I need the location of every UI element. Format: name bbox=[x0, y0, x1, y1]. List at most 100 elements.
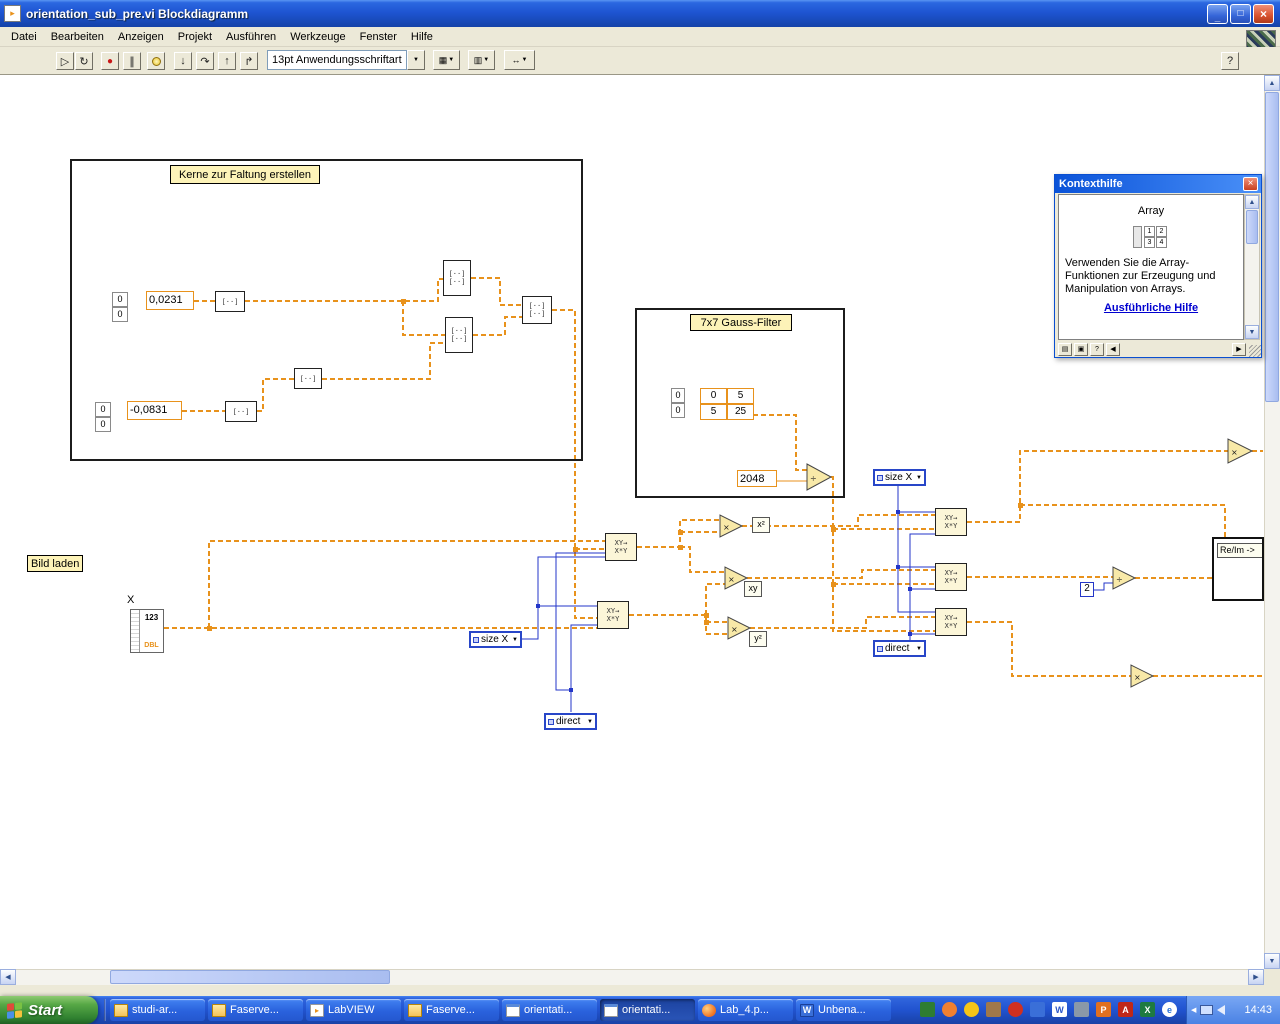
array-function-node[interactable]: [··] [··] bbox=[445, 317, 473, 353]
acrobat-tray-icon[interactable]: A bbox=[1118, 1002, 1133, 1017]
size-x-enum[interactable]: size X ▼ bbox=[873, 469, 926, 486]
menu-datei[interactable]: Datei bbox=[4, 29, 44, 45]
help-button[interactable]: ? bbox=[1221, 52, 1239, 70]
dbl-constant[interactable]: -0,0831 bbox=[127, 401, 182, 420]
array-index-box[interactable]: 0 bbox=[112, 292, 128, 307]
taskbar-item[interactable]: studi-ar... bbox=[110, 999, 205, 1021]
scroll-down-button[interactable]: ▼ bbox=[1245, 325, 1259, 339]
align-objects-dropdown[interactable]: ▦ ▼ bbox=[433, 50, 460, 70]
hide-icons-chevron[interactable]: ◀ bbox=[1191, 1006, 1196, 1014]
tray-icon-6[interactable] bbox=[1030, 1002, 1045, 1017]
minimize-button[interactable]: _ bbox=[1207, 3, 1228, 24]
tray-icon-5[interactable] bbox=[1008, 1002, 1023, 1017]
tray-icon-2[interactable] bbox=[942, 1002, 957, 1017]
tray-icon-1[interactable] bbox=[920, 1002, 935, 1017]
convolution-node[interactable]: XY→ X*Y bbox=[935, 563, 967, 591]
direct-enum[interactable]: direct ▼ bbox=[873, 640, 926, 657]
font-ring[interactable]: 13pt Anwendungsschriftart bbox=[267, 50, 407, 70]
gauss-matrix-cell[interactable]: 5 bbox=[727, 388, 754, 404]
excel-tray-icon[interactable]: X bbox=[1140, 1002, 1155, 1017]
integer-constant-2[interactable]: 2 bbox=[1080, 582, 1094, 597]
numeric-constant-2048[interactable]: 2048 bbox=[737, 470, 777, 487]
step-over-button[interactable]: ↷ bbox=[196, 52, 214, 70]
array-index-box[interactable]: 0 bbox=[95, 417, 111, 432]
menu-hilfe[interactable]: Hilfe bbox=[404, 29, 440, 45]
taskbar-clock[interactable]: 14:43 bbox=[1244, 1004, 1272, 1016]
context-help-close-button[interactable]: × bbox=[1243, 177, 1258, 191]
detailed-help-link[interactable]: Ausführliche Hilfe bbox=[1059, 302, 1243, 314]
taskbar-item[interactable]: Lab_4.p... bbox=[698, 999, 793, 1021]
volume-tray-icon[interactable] bbox=[1217, 1005, 1226, 1015]
step-into-button[interactable]: ↓ bbox=[174, 52, 192, 70]
step-out-button[interactable]: ↑ bbox=[218, 52, 236, 70]
convolution-node[interactable]: XY→ X*Y bbox=[597, 601, 629, 629]
pause-button[interactable]: ∥ bbox=[123, 52, 141, 70]
gauss-matrix-cell[interactable]: 5 bbox=[700, 404, 727, 420]
highlight-execution-button[interactable] bbox=[147, 52, 165, 70]
detailed-help-button[interactable]: ? bbox=[1090, 342, 1104, 356]
array-index-box[interactable]: 0 bbox=[112, 307, 128, 322]
close-button[interactable]: × bbox=[1253, 3, 1274, 24]
horizontal-scroll-thumb[interactable] bbox=[110, 970, 390, 984]
run-button[interactable]: ▷ bbox=[56, 52, 74, 70]
tray-icon-8[interactable] bbox=[1074, 1002, 1089, 1017]
word-tray-icon[interactable]: W bbox=[1052, 1002, 1067, 1017]
scroll-thumb[interactable] bbox=[1246, 210, 1258, 244]
taskbar-item[interactable]: ▸ LabVIEW bbox=[306, 999, 401, 1021]
abort-button[interactable]: ● bbox=[101, 52, 119, 70]
font-ring-arrow[interactable]: ▼ bbox=[407, 50, 425, 70]
array-function-node[interactable]: [··] [··] bbox=[443, 260, 471, 296]
scroll-up-button[interactable]: ▲ bbox=[1264, 75, 1280, 91]
taskbar-item[interactable]: orientati... bbox=[502, 999, 597, 1021]
start-button[interactable]: Start bbox=[0, 996, 98, 1024]
convolution-node[interactable]: XY→ X*Y bbox=[935, 608, 967, 636]
direct-enum[interactable]: direct ▼ bbox=[544, 713, 597, 730]
resize-grip[interactable] bbox=[1249, 345, 1261, 357]
menu-bearbeiten[interactable]: Bearbeiten bbox=[44, 29, 111, 45]
ie-tray-icon[interactable]: e bbox=[1162, 1002, 1177, 1017]
network-tray-icon[interactable] bbox=[1200, 1005, 1214, 1015]
run-continuous-button[interactable]: ↻ bbox=[75, 52, 93, 70]
array-function-node[interactable]: [··] bbox=[294, 368, 322, 389]
lock-help-button[interactable]: ▣ bbox=[1074, 342, 1088, 356]
history-forward-button[interactable]: ▶ bbox=[1232, 342, 1246, 356]
menu-ausfuehren[interactable]: Ausführen bbox=[219, 29, 283, 45]
scroll-right-button[interactable]: ▶ bbox=[1248, 969, 1264, 985]
menu-projekt[interactable]: Projekt bbox=[171, 29, 219, 45]
taskbar-item[interactable]: Faserve... bbox=[208, 999, 303, 1021]
context-help-titlebar[interactable]: Kontexthilfe bbox=[1055, 175, 1261, 193]
context-help-window[interactable]: Kontexthilfe × Array 1 2 3 4 Verwenden S… bbox=[1054, 174, 1262, 358]
taskbar-item[interactable]: W Unbena... bbox=[796, 999, 891, 1021]
gauss-matrix-cell[interactable]: 25 bbox=[727, 404, 754, 420]
distribute-objects-dropdown[interactable]: ▥ ▼ bbox=[468, 50, 495, 70]
show-terminals-button[interactable]: ▤ bbox=[1058, 342, 1072, 356]
build-array-node[interactable]: [··] bbox=[215, 291, 245, 312]
menu-werkzeuge[interactable]: Werkzeuge bbox=[283, 29, 352, 45]
window-titlebar[interactable]: ▸ orientation_sub_pre.vi Blockdiagramm _… bbox=[0, 0, 1280, 27]
array-index-box[interactable]: 0 bbox=[671, 403, 685, 418]
vertical-scroll-thumb[interactable] bbox=[1265, 92, 1279, 402]
taskbar-item[interactable]: Faserve... bbox=[404, 999, 499, 1021]
dbl-constant[interactable]: 0,0231 bbox=[146, 291, 194, 310]
gauss-matrix-cell[interactable]: 0 bbox=[700, 388, 727, 404]
powerpoint-tray-icon[interactable]: P bbox=[1096, 1002, 1111, 1017]
restore-button[interactable]: □ bbox=[1230, 3, 1251, 24]
array-index-box[interactable]: 0 bbox=[95, 402, 111, 417]
scroll-left-button[interactable]: ◀ bbox=[0, 969, 16, 985]
tray-icon-4[interactable] bbox=[986, 1002, 1001, 1017]
scroll-up-button[interactable]: ▲ bbox=[1245, 195, 1259, 209]
step-exit-button[interactable]: ↱ bbox=[240, 52, 258, 70]
menu-fenster[interactable]: Fenster bbox=[353, 29, 404, 45]
messenger-tray-icon[interactable] bbox=[964, 1002, 979, 1017]
scroll-down-button[interactable]: ▼ bbox=[1264, 953, 1280, 969]
resize-objects-dropdown[interactable]: ↔ ▼ bbox=[504, 50, 535, 70]
size-x-enum[interactable]: size X ▼ bbox=[469, 631, 522, 648]
taskbar-item-active[interactable]: orientati... bbox=[600, 999, 695, 1021]
context-help-scrollbar[interactable]: ▲ ▼ bbox=[1244, 194, 1260, 340]
build-array-node[interactable]: [··] [··] bbox=[522, 296, 552, 324]
menu-anzeigen[interactable]: Anzeigen bbox=[111, 29, 171, 45]
history-back-button[interactable]: ◀ bbox=[1106, 342, 1120, 356]
build-array-node[interactable]: [··] bbox=[225, 401, 257, 422]
convolution-node[interactable]: XY→ X*Y bbox=[935, 508, 967, 536]
convolution-node[interactable]: XY→ X*Y bbox=[605, 533, 637, 561]
